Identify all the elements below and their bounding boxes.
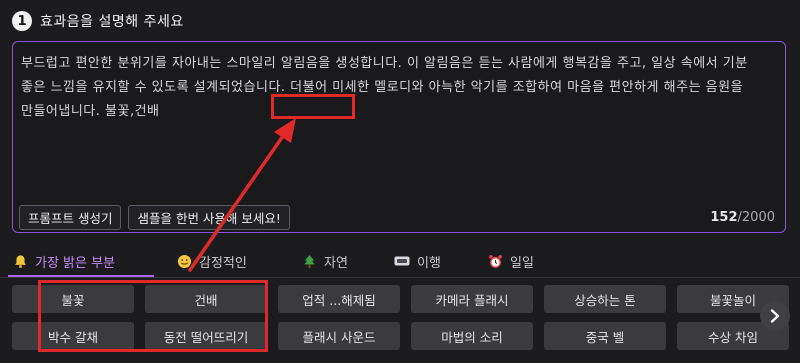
chip-camera-flash[interactable]: 카메라 플래시 — [411, 285, 533, 313]
character-count-max: /2000 — [737, 210, 775, 225]
chip-cheers[interactable]: 건배 — [145, 285, 267, 313]
description-keywords: 불꽃,건배 — [105, 104, 160, 119]
chip-achievement-unlocked[interactable]: 업적 ...해제됨 — [278, 285, 400, 313]
tab-brightest[interactable]: 가장 밝은 부분 — [12, 247, 115, 275]
tab-label: 일일 — [510, 255, 534, 271]
textarea-toolbar: 프롬프트 생성기 샘플을 한번 사용해 보세요! — [19, 205, 290, 230]
tab-nature[interactable]: 자연 — [301, 247, 348, 275]
tab-label: 이행 — [417, 255, 441, 271]
tab-transition[interactable]: 이행 — [394, 247, 441, 275]
prompt-generator-button[interactable]: 프롬프트 생성기 — [19, 205, 122, 230]
description-text[interactable]: 부드럽고 편안한 분위기를 자아내는 스마일리 알림음을 생성합니다. 이 알림… — [21, 52, 775, 124]
bell-icon — [12, 253, 28, 269]
tab-label: 가장 밝은 부분 — [35, 255, 116, 271]
chip-fireworks[interactable]: 불꽃 — [12, 285, 134, 313]
chip-coin-drop[interactable]: 동전 떨어뜨리기 — [145, 322, 267, 350]
character-count-current: 152 — [710, 210, 738, 225]
tab-daily[interactable]: 일일 — [487, 247, 534, 275]
chevron-right-icon — [769, 309, 781, 323]
step-number-badge: 1 — [12, 11, 32, 31]
tab-emotional[interactable]: 감정적인 — [176, 247, 247, 275]
chip-magic-sound[interactable]: 마법의 소리 — [411, 322, 533, 350]
category-tabs: 가장 밝은 부분 감정적인 자연 이행 일일 — [0, 247, 800, 277]
try-sample-button[interactable]: 샘플을 한번 사용해 보세요! — [128, 205, 290, 230]
chip-rising-tone[interactable]: 상승하는 톤 — [544, 285, 666, 313]
tab-label: 감정적인 — [199, 255, 247, 271]
tree-icon — [301, 253, 317, 269]
description-textarea[interactable]: 부드럽고 편안한 분위기를 자아내는 스마일리 알림음을 생성합니다. 이 알림… — [12, 41, 786, 233]
chip-chinese-bell[interactable]: 중국 벨 — [544, 322, 666, 350]
chip-flash-sound[interactable]: 플래시 사운드 — [278, 322, 400, 350]
alarm-clock-icon — [487, 253, 503, 269]
transition-icon — [394, 253, 410, 269]
step-title: 효과음을 설명해 주세요 — [40, 14, 184, 30]
chip-applause[interactable]: 박수 갈채 — [12, 322, 134, 350]
tabs-divider — [0, 277, 800, 278]
tab-label: 자연 — [324, 255, 348, 271]
character-counter: 152/2000 — [710, 210, 775, 225]
next-chips-button[interactable] — [760, 301, 790, 331]
smiley-icon — [176, 253, 192, 269]
step-header: 1 효과음을 설명해 주세요 — [12, 10, 184, 32]
